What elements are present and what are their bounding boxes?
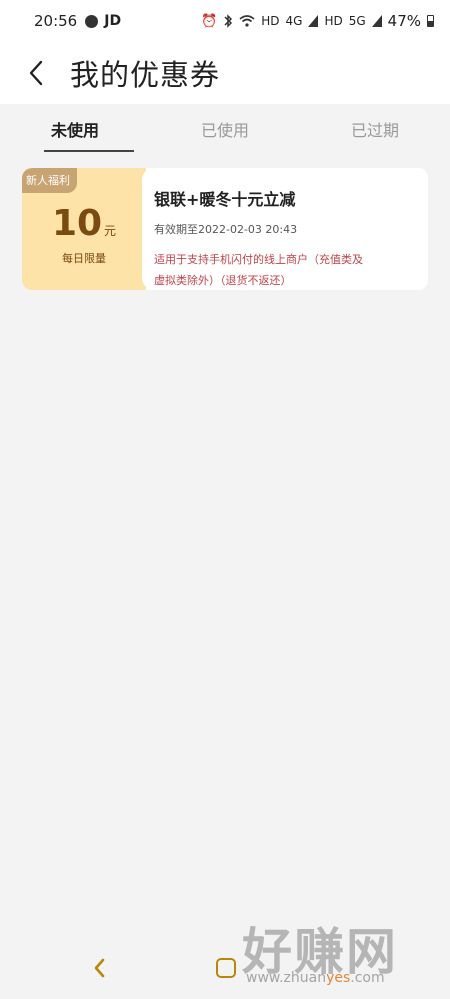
network-4g-label: 4G: [285, 14, 303, 28]
status-carrier: JD: [104, 13, 122, 29]
coupon-amount-row: 10 元: [52, 206, 116, 242]
header: 我的优惠券: [0, 42, 450, 104]
status-right: ⏰ HD 4G HD 5G 47%: [201, 12, 434, 30]
coupon-details: 银联+暖冬十元立减 有效期至2022-02-03 20:43 适用于支持手机闪付…: [142, 168, 428, 290]
nav-home-icon[interactable]: [216, 958, 236, 978]
coupon-title: 银联+暖冬十元立减: [154, 190, 296, 209]
tab-unused[interactable]: 未使用: [0, 104, 150, 154]
app-notification-icon: [85, 14, 99, 28]
network-hd2-label: HD: [324, 14, 343, 28]
bluetooth-icon: [224, 14, 233, 28]
network-hd-label: HD: [261, 14, 280, 28]
status-bar: 20:56 JD ⏰ HD 4G HD 5G 47%: [0, 0, 450, 42]
wifi-icon: [239, 15, 255, 27]
battery-icon: [427, 15, 434, 27]
chevron-left-icon: [29, 60, 43, 86]
back-button[interactable]: [6, 43, 66, 103]
signal-icon: [308, 15, 319, 27]
status-left: 20:56 JD: [34, 12, 121, 30]
system-nav-bar: [0, 940, 450, 999]
network-5g-label: 5G: [348, 14, 366, 28]
tab-expired[interactable]: 已过期: [300, 104, 450, 154]
page-title: 我的优惠券: [70, 58, 221, 92]
signal-icon-2: [371, 15, 382, 27]
coupon-amount: 10: [51, 203, 103, 244]
screen: 20:56 JD ⏰ HD 4G HD 5G 47% 我的优惠券 未使用 已使用…: [0, 0, 450, 999]
coupon-expiry: 有效期至2022-02-03 20:43: [154, 223, 298, 236]
tab-used[interactable]: 已使用: [150, 104, 300, 154]
coupon-terms: 适用于支持手机闪付的线上商户（充值类及虚拟类除外）（退货不返还）: [154, 253, 363, 287]
nav-back-icon[interactable]: [88, 956, 112, 980]
coupon-unit: 元: [104, 224, 117, 238]
status-time: 20:56: [34, 12, 78, 30]
coupon-card[interactable]: 新人福利 10 元 每日限量 银联+暖冬十元立减 有效期至2022-02-03 …: [22, 168, 428, 290]
alarm-icon: ⏰: [201, 13, 218, 29]
coupon-value-panel: 新人福利 10 元 每日限量: [22, 168, 146, 290]
tab-bar: 未使用 已使用 已过期: [0, 104, 450, 154]
coupon-tag-badge: 新人福利: [22, 168, 77, 193]
coupon-limit: 每日限量: [62, 252, 106, 265]
battery-percent: 47%: [387, 12, 421, 30]
